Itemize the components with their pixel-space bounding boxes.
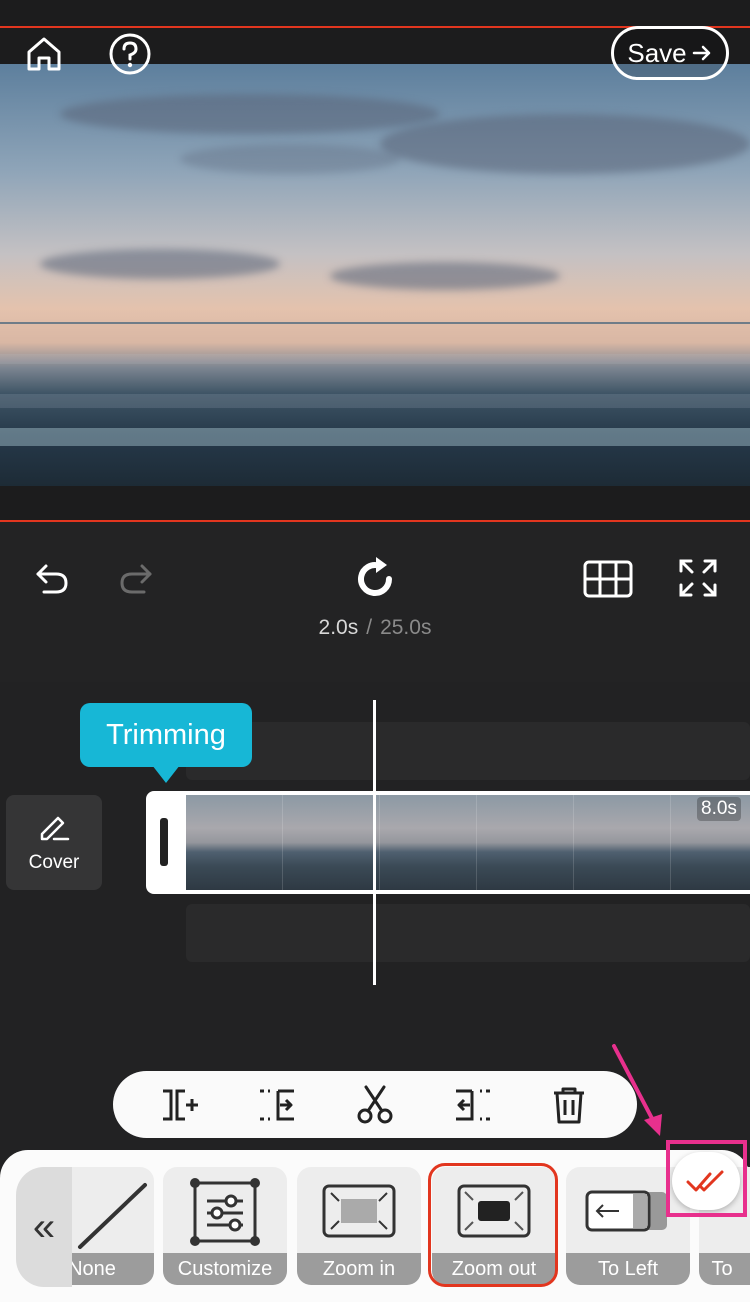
effect-zoom-in[interactable]: Zoom in [297,1167,421,1285]
clip-thumbnail [574,795,671,890]
time-separator: / [366,616,373,639]
trimming-tooltip: Trimming [80,703,252,783]
video-preview[interactable] [0,64,750,486]
top-bar [0,0,750,28]
time-display: 2.0s / 25.0s [0,616,750,640]
effect-label: To Left [566,1253,690,1285]
sliders-icon [190,1178,260,1246]
effect-label: Zoom in [297,1253,421,1285]
redo-icon[interactable] [114,558,158,598]
collapse-panel-button[interactable]: « [16,1167,72,1287]
annotation-arrow-icon [612,1044,662,1136]
effect-label: Customize [163,1253,287,1285]
trim-end-icon[interactable] [447,1080,497,1130]
total-time: 25.0s [380,616,432,639]
fullscreen-icon[interactable] [676,556,720,600]
wave [0,354,750,364]
trim-start-icon[interactable] [253,1080,303,1130]
clip-thumbnail [283,795,380,890]
save-button[interactable]: Save [611,26,729,80]
trash-icon[interactable] [544,1080,594,1130]
to-left-icon [585,1190,667,1232]
preview-letterbox-bottom [0,486,750,522]
clip-duration: 8.0s [697,797,741,821]
playhead[interactable] [373,700,376,985]
timeline-track-top [186,722,750,780]
selected-effect-highlight [428,1163,558,1287]
help-icon[interactable] [107,31,153,77]
home-icon[interactable] [22,32,66,76]
annotation-highlight-box [666,1140,747,1217]
video-editor-screen: Save 2.0s / 25.0s Trimming Cover 8.0s « No… [0,0,750,1302]
insert-icon[interactable] [156,1080,206,1130]
cloud [60,94,440,134]
cloud [380,114,750,174]
clip-edit-toolbar [113,1071,637,1138]
horizon [0,322,750,324]
cloud [180,144,400,174]
cover-label: Cover [28,851,80,873]
arrow-right-icon [692,45,710,61]
save-label: Save [627,37,687,68]
customize-art [163,1167,287,1255]
replay-icon[interactable] [348,552,402,606]
wave [0,394,750,408]
pencil-icon [40,816,70,840]
tooltip-label: Trimming [106,718,226,751]
effect-label: To [699,1253,750,1285]
cloud [40,249,280,279]
clip-thumbnail [477,795,574,890]
trim-handle-left[interactable] [160,818,168,866]
effect-customize[interactable]: Customize [163,1167,287,1285]
wave [0,428,750,446]
undo-icon[interactable] [30,558,74,598]
clip-thumbnails[interactable] [186,795,750,890]
scissors-icon[interactable] [350,1080,400,1130]
zoom-in-art [297,1167,421,1255]
double-chevron-left-icon: « [32,1204,56,1249]
clip-thumbnail [186,795,283,890]
cover-button[interactable]: Cover [6,795,102,890]
grid-icon[interactable] [582,558,634,600]
timeline-track-bottom[interactable] [186,904,750,962]
clip-thumbnail [380,795,477,890]
current-time: 2.0s [318,616,359,639]
zoom-in-icon [322,1184,396,1238]
cloud [330,262,560,290]
